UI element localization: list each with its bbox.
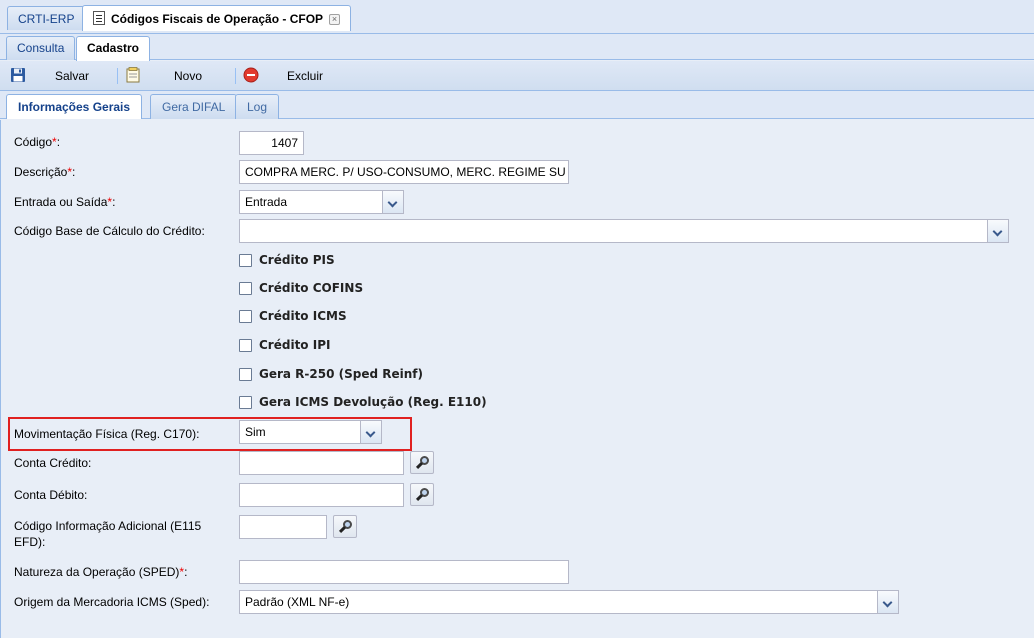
tab-label: Gera DIFAL [162,100,226,114]
save-label: Salvar [55,69,90,83]
codigo-label: Código*: [14,135,61,149]
checkbox-box[interactable] [239,254,252,267]
floppy-disk-icon [11,68,25,82]
chevron-down-icon[interactable] [382,191,403,213]
chevron-down-icon[interactable] [360,421,381,443]
conta-credito-search-button[interactable] [410,451,434,474]
window-tab-label: Códigos Fiscais de Operação - CFOP [111,12,324,26]
entrada-saida-select[interactable]: Entrada [239,190,404,214]
codigo-info-label: Código Informação Adicional (E115 [14,519,202,533]
chevron-down-icon[interactable] [987,220,1008,242]
codigo-info-label-2: EFD): [14,535,46,549]
conta-credito-label: Conta Crédito: [14,456,92,470]
checkbox-label: Crédito IPI [259,338,331,352]
movimentacao-select[interactable]: Sim [239,420,382,444]
view-tab-bar: Consulta Cadastro [0,34,1034,61]
delete-button[interactable]: Excluir [243,66,333,88]
tab-label: Log [247,100,268,114]
tab-gera-difal[interactable]: Gera DIFAL [150,94,238,119]
codigo-info-field[interactable] [239,515,327,539]
toolbar-separator [235,68,236,84]
checkbox-label: Gera R-250 (Sped Reinf) [259,367,423,381]
window-tab-bar: CRTI-ERP Códigos Fiscais de Operação - C… [0,0,1034,34]
natureza-label: Natureza da Operação (SPED)*: [14,565,188,579]
checkbox-box[interactable] [239,368,252,381]
form-tab-bar: Informações Gerais Gera DIFAL Log [0,91,1034,119]
search-icon-handle [415,493,424,502]
new-button[interactable]: Novo [125,66,215,88]
codigo-base-label: Código Base de Cálculo do Crédito: [14,224,205,238]
search-icon-handle [415,461,424,470]
tab-label: Consulta [17,41,65,55]
checkbox-box[interactable] [239,339,252,352]
codigo-base-select[interactable] [239,219,1009,243]
tab-log[interactable]: Log [235,94,280,119]
conta-debito-label: Conta Débito: [14,488,88,502]
window-tab-label: CRTI-ERP [18,12,75,26]
window-tab-crti-erp[interactable]: CRTI-ERP [7,6,86,30]
chevron-down-icon[interactable] [877,591,898,613]
tab-label: Cadastro [87,41,140,55]
tab-consulta[interactable]: Consulta [6,36,76,60]
entrada-saida-label: Entrada ou Saída*: [14,195,116,209]
conta-credito-field[interactable] [239,451,404,475]
descricao-field[interactable]: COMPRA MERC. P/ USO-CONSUMO, MERC. REGIM… [239,160,569,184]
origem-label: Origem da Mercadoria ICMS (Sped): [14,595,210,609]
origem-select[interactable]: Padrão (XML NF-e) [239,590,899,614]
delete-icon [243,67,259,83]
codigo-info-search-button[interactable] [333,515,357,538]
checkbox-box[interactable] [239,310,252,323]
window-tab-cfop[interactable]: Códigos Fiscais de Operação - CFOP × [82,5,352,31]
checkbox-label: Crédito COFINS [259,281,364,295]
checkbox-label: Crédito ICMS [259,309,347,323]
entrada-saida-value: Entrada [245,195,288,209]
conta-debito-search-button[interactable] [410,483,434,506]
checkbox-label: Gera ICMS Devolução (Reg. E110) [259,395,487,409]
new-label: Novo [174,69,203,83]
checkbox-box[interactable] [239,282,252,295]
movimentacao-value: Sim [245,425,266,439]
toolbar-separator [117,68,118,84]
tab-cadastro[interactable]: Cadastro [76,36,151,61]
search-icon-handle [338,525,347,534]
tab-label: Informações Gerais [18,100,131,114]
save-button[interactable]: Salvar [10,66,100,88]
natureza-field[interactable] [239,560,569,584]
tab-informacoes-gerais[interactable]: Informações Gerais [6,94,143,119]
toolbar: Salvar Novo Excluir [0,61,1034,91]
conta-debito-field[interactable] [239,483,404,507]
checkbox-box[interactable] [239,396,252,409]
codigo-field[interactable]: 1407 [239,131,304,155]
checkbox-label: Crédito PIS [259,253,335,267]
delete-label: Excluir [287,69,324,83]
form-panel: Código*: 1407 Descrição*: COMPRA MERC. P… [0,120,1034,638]
movimentacao-label: Movimentação Física (Reg. C170): [14,427,200,441]
descricao-label: Descrição*: [14,165,76,179]
close-icon[interactable]: × [329,14,341,25]
document-icon [93,11,105,25]
new-document-icon [126,67,140,83]
origem-value: Padrão (XML NF-e) [245,595,350,609]
